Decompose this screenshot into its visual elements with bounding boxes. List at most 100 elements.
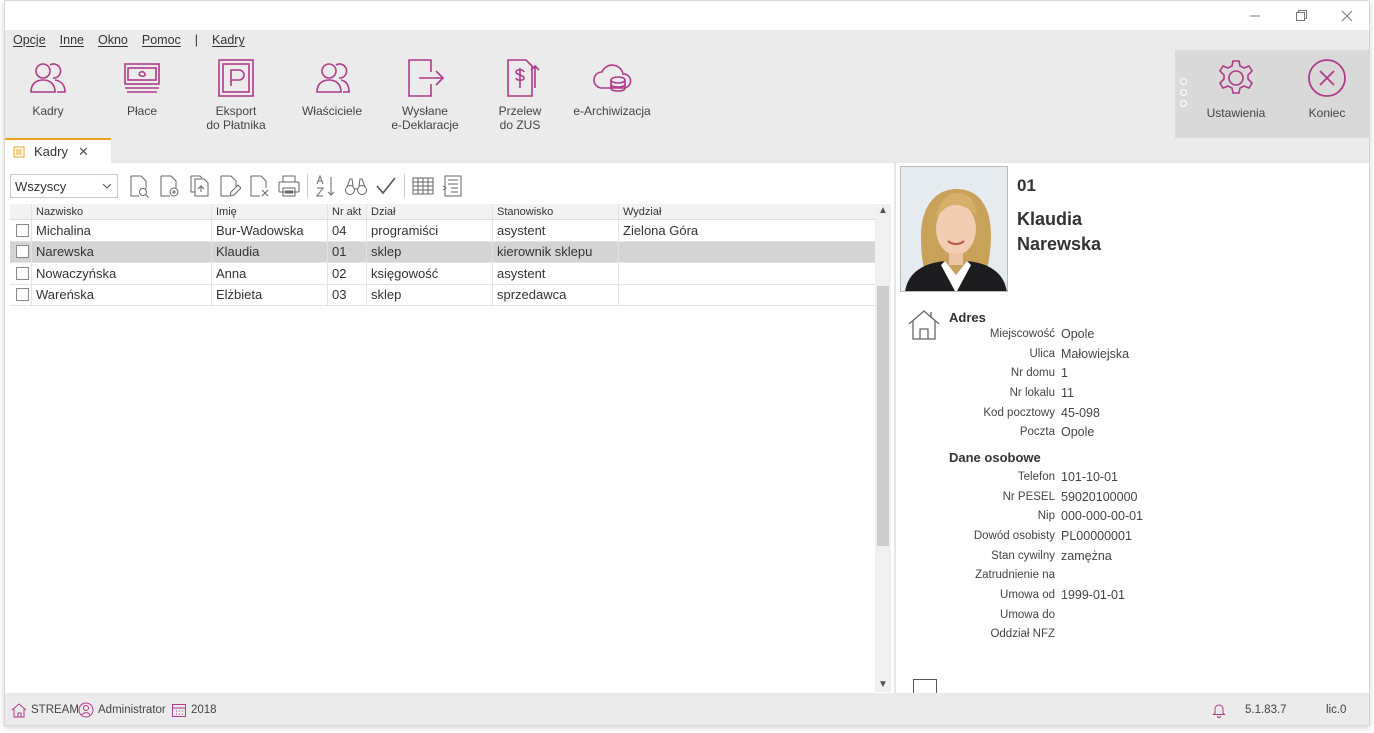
field-label: Nip: [1037, 510, 1055, 522]
employee-photo: [900, 166, 1008, 292]
field-label: Miejscowość: [989, 328, 1055, 340]
filter-select[interactable]: Wszyscy: [10, 174, 118, 198]
sort-button[interactable]: [311, 172, 341, 200]
menu-kadry[interactable]: Kadry: [212, 33, 245, 47]
header-wydzial[interactable]: Wydział: [619, 204, 877, 219]
minimize-icon: [1250, 15, 1260, 17]
cell-dzial: sklep: [367, 284, 493, 305]
pane-splitter[interactable]: [894, 163, 896, 693]
next-section-icon: [913, 679, 937, 693]
table-row-selected[interactable]: Narewska Klaudia 01 sklep kierownik skle…: [10, 241, 877, 263]
field-label: Nr PESEL: [1002, 491, 1055, 503]
list-toolbar: Wszyscy: [10, 171, 468, 201]
cell-dzial: programiści: [367, 220, 493, 241]
cell-wydzial: [619, 285, 877, 306]
restore-button[interactable]: [1291, 7, 1311, 25]
row-checkbox[interactable]: [15, 288, 29, 302]
cell-wydzial: Zielona Góra: [623, 222, 699, 238]
field-value: 45-098: [1061, 406, 1100, 420]
field-value: Opole: [1061, 327, 1095, 341]
field-value: 1999-01-01: [1061, 588, 1125, 602]
table-row[interactable]: Michalina Bur-Wadowska 04 programiści as…: [10, 220, 877, 242]
print-button[interactable]: [274, 172, 304, 200]
cell-imie: Bur-Wadowska: [212, 220, 328, 241]
ribbon-eksport-button[interactable]: Eksport do Płatnika: [201, 50, 271, 138]
cell-imie: Elżbieta: [212, 284, 328, 305]
menu-okno[interactable]: Okno: [98, 33, 128, 47]
ribbon-przelew-button[interactable]: Przelew do ZUS: [487, 50, 553, 138]
exit-icon: [1308, 59, 1346, 97]
add-button[interactable]: [154, 172, 184, 200]
scroll-thumb[interactable]: [877, 286, 889, 546]
ribbon-place-button[interactable]: Płace: [112, 50, 172, 138]
table-scrollbar[interactable]: ▲ ▼: [875, 204, 891, 692]
document-edit-icon: [220, 175, 241, 197]
ribbon-earchiwizacja-button[interactable]: e-Archiwizacja: [571, 50, 653, 138]
list-settings-button[interactable]: [438, 172, 468, 200]
delete-button[interactable]: [244, 172, 274, 200]
settings-button[interactable]: Ustawienia: [1203, 50, 1269, 138]
notifications-button[interactable]: [1211, 693, 1231, 725]
list-settings-icon: [442, 175, 462, 197]
menu-pomoc[interactable]: Pomoc: [142, 33, 181, 47]
ribbon-wyslane-button[interactable]: Wysłane e-Deklaracje: [387, 50, 463, 138]
field-label: Umowa od: [1000, 589, 1055, 601]
status-bar: STREAM Administrator 2018 5.1.83.7 lic.0: [5, 693, 1369, 725]
tab-kadry[interactable]: Kadry ✕: [5, 138, 111, 163]
table-row[interactable]: Wareńska Elżbieta 03 sklep sprzedawca: [10, 284, 877, 306]
columns-button[interactable]: [408, 172, 438, 200]
accept-button[interactable]: [371, 172, 401, 200]
header-imie[interactable]: Imię: [212, 204, 328, 219]
field-label: Poczta: [1019, 426, 1055, 438]
ribbon-kadry-label: Kadry: [32, 104, 64, 118]
cell-nazwisko: Wareńska: [32, 284, 212, 305]
row-checkbox[interactable]: [15, 266, 29, 280]
ribbon-wlasciciele-button[interactable]: Właściciele: [297, 50, 367, 138]
close-window-button[interactable]: [1337, 7, 1357, 25]
bell-icon: [1212, 704, 1226, 718]
binoculars-icon: [345, 178, 367, 195]
detail-first-name: Klaudia: [1017, 209, 1083, 229]
ribbon-kadry-button[interactable]: Kadry: [18, 50, 78, 138]
tab-kadry-label: Kadry: [34, 144, 68, 159]
status-user[interactable]: Administrator: [78, 693, 166, 725]
status-year[interactable]: 2018: [171, 693, 217, 725]
table-header: Nazwisko Imię Nr akt Dział Stanowisko Wy…: [10, 204, 877, 220]
field-value: 000-000-00-01: [1061, 509, 1144, 523]
title-bar: [5, 1, 1369, 31]
table-row[interactable]: Nowaczyńska Anna 02 księgowość asystent: [10, 263, 877, 285]
menu-opcje[interactable]: Opcje: [13, 33, 46, 47]
detail-nr-akt: 01: [1017, 176, 1036, 195]
header-nr-akt[interactable]: Nr akt: [328, 204, 367, 219]
copy-button[interactable]: [184, 172, 214, 200]
cell-dzial: księgowość: [367, 263, 493, 284]
document-add-icon: [160, 175, 179, 197]
header-dzial[interactable]: Dział: [367, 204, 493, 219]
cell-nazwisko: Nowaczyńska: [32, 263, 212, 284]
preview-button[interactable]: [124, 172, 154, 200]
tab-strip: Kadry ✕: [5, 138, 1369, 163]
scroll-up-arrow[interactable]: ▲: [875, 204, 891, 218]
restore-icon: [1296, 10, 1307, 21]
document-icon: [13, 146, 25, 157]
row-checkbox[interactable]: [15, 223, 29, 237]
field-value: Małowiejska: [1061, 347, 1130, 361]
drag-handle[interactable]: [1180, 78, 1188, 112]
status-company[interactable]: STREAM: [11, 693, 79, 725]
field-label: Ulica: [1029, 348, 1055, 360]
employees-table: Nazwisko Imię Nr akt Dział Stanowisko Wy…: [10, 204, 877, 306]
scroll-down-arrow[interactable]: ▼: [875, 678, 891, 692]
find-button[interactable]: [341, 172, 371, 200]
header-check-cell: [10, 204, 32, 219]
edit-button[interactable]: [214, 172, 244, 200]
cell-nazwisko: Michalina: [32, 220, 212, 241]
header-stanowisko[interactable]: Stanowisko: [493, 204, 619, 219]
exit-button[interactable]: Koniec: [1299, 50, 1355, 138]
header-nazwisko[interactable]: Nazwisko: [32, 204, 212, 219]
menu-inne[interactable]: Inne: [60, 33, 84, 47]
minimize-button[interactable]: [1245, 7, 1265, 25]
field-value: 1: [1061, 366, 1068, 380]
row-checkbox[interactable]: [15, 245, 29, 259]
tab-close-icon[interactable]: ✕: [78, 144, 89, 160]
ribbon-right-panel: Ustawienia Koniec: [1175, 50, 1369, 138]
